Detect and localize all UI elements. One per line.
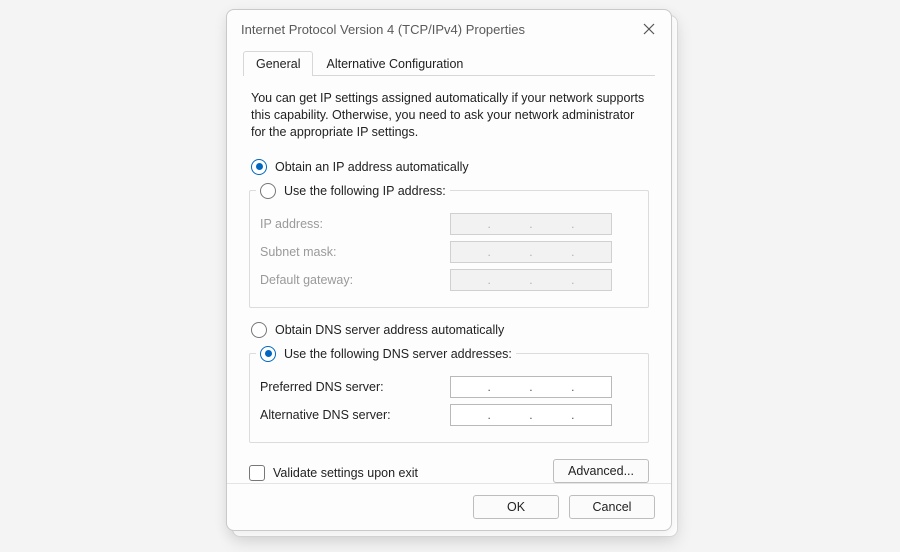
ip-manual-group: Use the following IP address: IP address… xyxy=(249,183,649,308)
cancel-button[interactable]: Cancel xyxy=(569,495,655,519)
alternate-dns-input[interactable]: . . . xyxy=(450,404,612,426)
subnet-mask-input: . . . xyxy=(450,241,612,263)
window-title: Internet Protocol Version 4 (TCP/IPv4) P… xyxy=(241,22,641,37)
ip-address-input: . . . xyxy=(450,213,612,235)
checkbox-icon xyxy=(249,465,265,481)
validate-settings-option[interactable]: Validate settings upon exit xyxy=(249,465,418,481)
ip-auto-label: Obtain an IP address automatically xyxy=(275,160,469,174)
default-gateway-label: Default gateway: xyxy=(260,273,450,287)
tab-alternate-configuration[interactable]: Alternative Configuration xyxy=(313,51,476,76)
default-gateway-input: . . . xyxy=(450,269,612,291)
radio-icon xyxy=(251,322,267,338)
dns-manual-label: Use the following DNS server addresses: xyxy=(284,347,512,361)
titlebar: Internet Protocol Version 4 (TCP/IPv4) P… xyxy=(227,10,671,48)
tab-general[interactable]: General xyxy=(243,51,313,76)
dns-manual-group: Use the following DNS server addresses: … xyxy=(249,346,649,443)
ip-manual-label: Use the following IP address: xyxy=(284,184,446,198)
preferred-dns-label: Preferred DNS server: xyxy=(260,380,450,394)
dns-auto-option[interactable]: Obtain DNS server address automatically xyxy=(251,322,649,338)
validate-label: Validate settings upon exit xyxy=(273,466,418,480)
ip-address-label: IP address: xyxy=(260,217,450,231)
close-button[interactable] xyxy=(641,21,657,37)
dialog-footer: OK Cancel xyxy=(227,483,671,530)
dns-auto-label: Obtain DNS server address automatically xyxy=(275,323,504,337)
ok-button[interactable]: OK xyxy=(473,495,559,519)
radio-icon xyxy=(260,346,276,362)
tab-panel-general: You can get IP settings assigned automat… xyxy=(243,76,655,483)
radio-icon xyxy=(260,183,276,199)
bottom-row: Validate settings upon exit Advanced... xyxy=(249,459,649,483)
ipv4-properties-dialog: Internet Protocol Version 4 (TCP/IPv4) P… xyxy=(226,9,672,531)
ip-manual-option[interactable]: Use the following IP address: xyxy=(260,183,446,199)
ip-auto-option[interactable]: Obtain an IP address automatically xyxy=(251,159,649,175)
tab-strip: General Alternative Configuration xyxy=(243,48,655,76)
alternate-dns-label: Alternative DNS server: xyxy=(260,408,450,422)
dns-manual-option[interactable]: Use the following DNS server addresses: xyxy=(260,346,512,362)
dialog-content: General Alternative Configuration You ca… xyxy=(227,48,671,483)
subnet-mask-label: Subnet mask: xyxy=(260,245,450,259)
preferred-dns-input[interactable]: . . . xyxy=(450,376,612,398)
close-icon xyxy=(643,23,655,35)
description-text: You can get IP settings assigned automat… xyxy=(249,90,649,141)
advanced-button[interactable]: Advanced... xyxy=(553,459,649,483)
radio-icon xyxy=(251,159,267,175)
